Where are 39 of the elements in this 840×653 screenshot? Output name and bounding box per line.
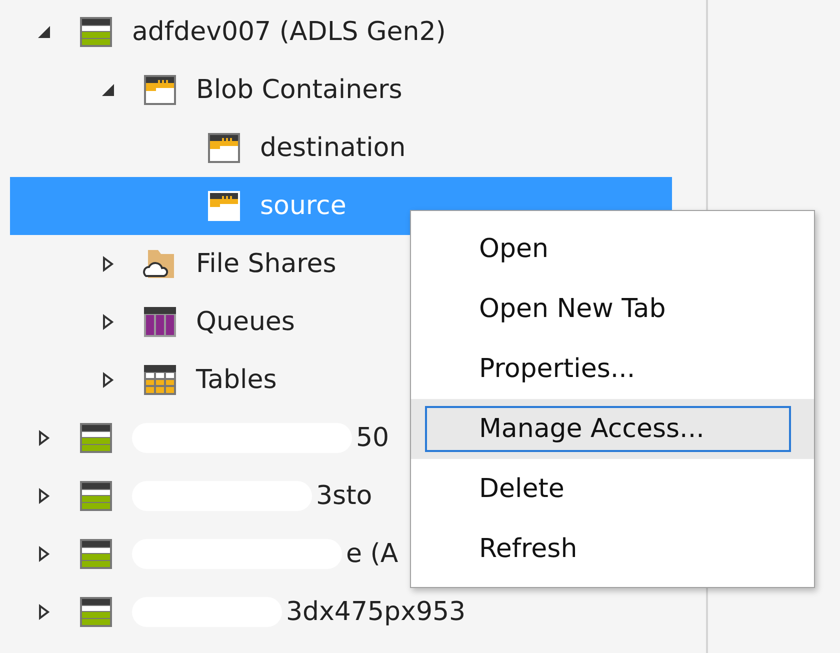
menu-item[interactable]: Open New Tab: [425, 286, 791, 332]
item-label: Queues: [196, 306, 295, 338]
item-label: 3dx475px953: [286, 596, 466, 628]
storage-account-icon: [78, 14, 114, 50]
expanded-arrow-icon[interactable]: [101, 83, 115, 97]
collapsed-arrow-icon[interactable]: [38, 604, 50, 620]
collapsed-arrow-icon[interactable]: [38, 488, 50, 504]
item-label: source: [260, 190, 346, 222]
table-icon: [142, 362, 178, 398]
item-label: Tables: [196, 364, 277, 396]
item-label: File Shares: [196, 248, 336, 280]
menu-item[interactable]: Refresh: [425, 526, 791, 572]
tree-item[interactable]: Blob Containers: [10, 61, 672, 119]
queue-icon: [142, 304, 178, 340]
container-icon: [206, 188, 242, 224]
collapsed-arrow-icon[interactable]: [38, 546, 50, 562]
container-icon: [142, 72, 178, 108]
collapsed-arrow-icon[interactable]: [38, 430, 50, 446]
storage-account-icon: [78, 420, 114, 456]
item-label: e (A: [346, 538, 398, 570]
menu-item[interactable]: Delete: [425, 466, 791, 512]
tree-item[interactable]: 3dx475px953: [10, 583, 672, 641]
item-label: adfdev007 (ADLS Gen2): [132, 16, 446, 48]
menu-item[interactable]: Properties...: [425, 346, 791, 392]
collapsed-arrow-icon[interactable]: [102, 372, 114, 388]
storage-account-icon: [78, 478, 114, 514]
item-label: Blob Containers: [196, 74, 402, 106]
item-label: destination: [260, 132, 406, 164]
collapsed-arrow-icon[interactable]: [102, 314, 114, 330]
item-label: 50: [356, 422, 390, 454]
tree-item[interactable]: adfdev007 (ADLS Gen2): [10, 3, 672, 61]
expanded-arrow-icon[interactable]: [37, 25, 51, 39]
item-label: 3sto: [316, 480, 372, 512]
collapsed-arrow-icon[interactable]: [102, 256, 114, 272]
menu-item[interactable]: Manage Access...: [425, 406, 791, 452]
storage-account-icon: [78, 594, 114, 630]
tree-item[interactable]: destination: [10, 119, 672, 177]
container-icon: [206, 130, 242, 166]
storage-account-icon: [78, 536, 114, 572]
